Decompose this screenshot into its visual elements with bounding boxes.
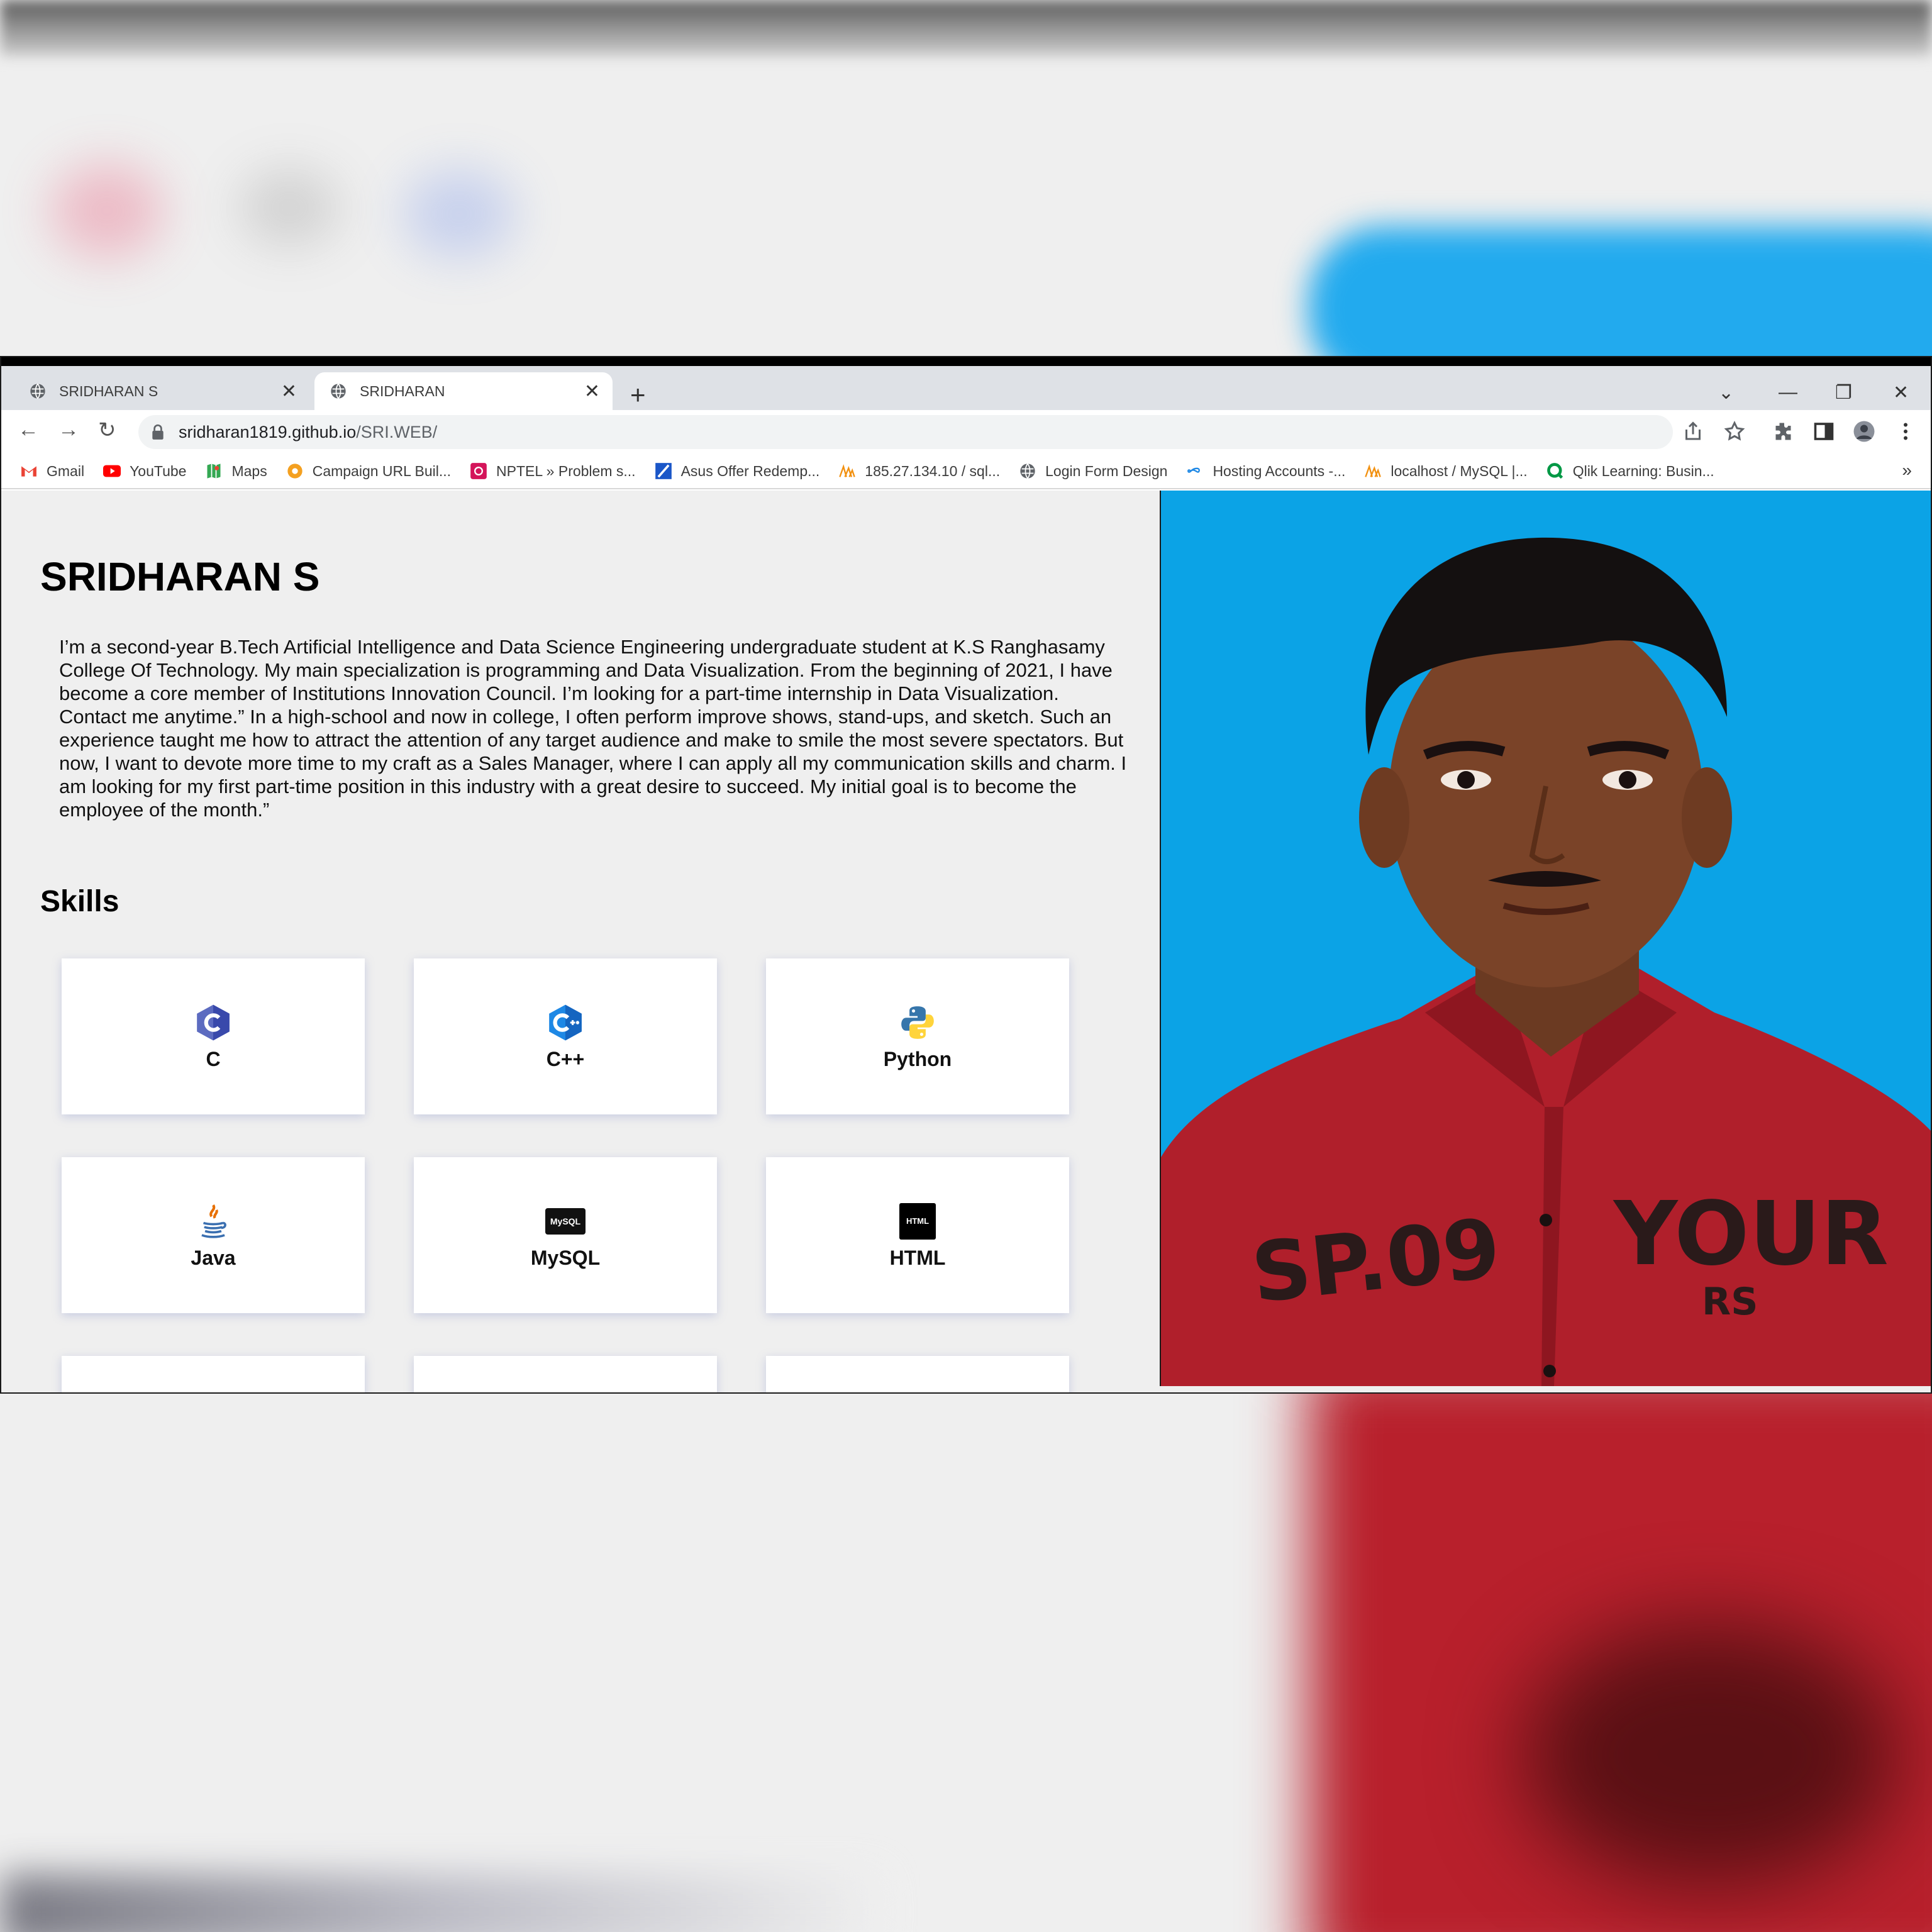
address-bar[interactable]: sridharan1819.github.io/SRI.WEB/ bbox=[138, 415, 1673, 449]
browser-toolbar: ← → ↻ sridharan1819.github.io/SRI.WEB/ bbox=[1, 410, 1931, 454]
star-icon[interactable] bbox=[1723, 420, 1746, 443]
bookmark-nptel[interactable]: NPTEL » Problem s... bbox=[470, 462, 636, 480]
skill-card-mysql: MySQL MySQL bbox=[414, 1157, 717, 1313]
skill-label: C++ bbox=[546, 1047, 585, 1070]
html-icon: HTML bbox=[897, 1201, 938, 1241]
page-content: SRIDHARAN S I’m a second-year B.Tech Art… bbox=[1, 491, 1160, 1392]
gmail-icon bbox=[20, 462, 38, 480]
back-button[interactable]: ← bbox=[18, 418, 39, 442]
minimize-button[interactable]: — bbox=[1779, 375, 1797, 410]
html-logo-text: HTML bbox=[906, 1216, 930, 1226]
skill-label: C bbox=[206, 1047, 221, 1070]
window-top-border bbox=[1, 357, 1931, 366]
skill-card-python: Python bbox=[766, 958, 1069, 1114]
reload-button[interactable]: ↻ bbox=[98, 418, 116, 443]
close-window-button[interactable]: ✕ bbox=[1893, 375, 1909, 410]
bookmarks-bar: Gmail YouTube Maps Campaign URL Buil... … bbox=[1, 454, 1931, 489]
bookmark-gmail[interactable]: Gmail bbox=[20, 462, 84, 480]
background-blob bbox=[50, 164, 164, 258]
bookmark-youtube[interactable]: YouTube bbox=[103, 462, 186, 480]
profile-photo: SP.09 YOUR RS bbox=[1160, 491, 1931, 1386]
campaign-icon bbox=[286, 462, 304, 480]
java-icon bbox=[193, 1201, 233, 1241]
share-icon[interactable] bbox=[1682, 420, 1704, 443]
mysql-icon: MySQL bbox=[545, 1201, 586, 1241]
restore-button[interactable]: ❐ bbox=[1835, 375, 1852, 410]
bookmark-hosting[interactable]: Hosting Accounts -... bbox=[1186, 462, 1345, 480]
maps-icon bbox=[205, 462, 223, 480]
tab-bar: SRIDHARAN S ✕ SRIDHARAN ✕ + ⌄ — ❐ ✕ bbox=[1, 366, 1931, 410]
infinity-icon bbox=[1186, 462, 1204, 480]
menu-icon[interactable] bbox=[1894, 420, 1917, 443]
browser-window: SRIDHARAN S ✕ SRIDHARAN ✕ + ⌄ — ❐ ✕ ← → … bbox=[0, 356, 1932, 1394]
cpp-icon bbox=[545, 1002, 586, 1043]
youtube-icon bbox=[103, 462, 121, 480]
shirt-print-text: RS bbox=[1702, 1280, 1758, 1324]
bookmark-phpmyadmin[interactable]: 185.27.134.10 / sql... bbox=[838, 462, 1000, 480]
close-tab-icon[interactable]: ✕ bbox=[584, 380, 600, 402]
background-dark-shape bbox=[1522, 1623, 1899, 1887]
skill-card-java: Java bbox=[62, 1157, 365, 1313]
tab-search-icon[interactable]: ⌄ bbox=[1718, 375, 1734, 410]
lock-icon bbox=[152, 424, 164, 440]
about-paragraph: I’m a second-year B.Tech Artificial Inte… bbox=[59, 636, 1127, 821]
skill-label: Java bbox=[191, 1246, 236, 1269]
skill-card-partial bbox=[414, 1356, 717, 1392]
skill-card-html: HTML HTML bbox=[766, 1157, 1069, 1313]
background-blob bbox=[402, 170, 516, 258]
close-tab-icon[interactable]: ✕ bbox=[281, 380, 297, 402]
skill-card-partial bbox=[62, 1356, 365, 1392]
extensions-icon[interactable] bbox=[1771, 420, 1794, 443]
globe-icon bbox=[331, 383, 346, 399]
bookmark-campaign[interactable]: Campaign URL Buil... bbox=[286, 462, 451, 480]
skills-heading: Skills bbox=[40, 885, 119, 918]
bookmark-asus[interactable]: Asus Offer Redemp... bbox=[655, 462, 819, 480]
avatar[interactable] bbox=[1853, 420, 1875, 443]
phpmyadmin-icon bbox=[1364, 462, 1382, 480]
globe-icon bbox=[1019, 462, 1036, 480]
python-icon bbox=[897, 1002, 938, 1043]
skill-label: MySQL bbox=[530, 1246, 601, 1269]
asus-icon bbox=[655, 462, 672, 480]
tab-sridharan-s[interactable]: SRIDHARAN S ✕ bbox=[14, 372, 309, 410]
bookmark-maps[interactable]: Maps bbox=[205, 462, 267, 480]
skill-label: Python bbox=[883, 1047, 952, 1070]
page-title: SRIDHARAN S bbox=[40, 554, 320, 599]
skill-card-cpp: C++ bbox=[414, 958, 717, 1114]
nptel-icon bbox=[470, 462, 487, 480]
background-bottom-shape bbox=[0, 1874, 880, 1932]
c-icon bbox=[193, 1002, 233, 1043]
person-illustration: SP.09 YOUR RS bbox=[1161, 491, 1931, 1386]
new-tab-button[interactable]: + bbox=[630, 376, 646, 414]
more-bookmarks-button[interactable]: » bbox=[1902, 460, 1912, 480]
skill-label: HTML bbox=[889, 1246, 946, 1269]
mysql-logo-text: MySQL bbox=[550, 1216, 581, 1226]
forward-button[interactable]: → bbox=[58, 418, 79, 442]
side-panel-icon[interactable] bbox=[1813, 420, 1835, 443]
webpage: SRIDHARAN S I’m a second-year B.Tech Art… bbox=[1, 491, 1931, 1392]
skill-card-c: C bbox=[62, 958, 365, 1114]
globe-icon bbox=[30, 383, 45, 399]
qlik-icon bbox=[1546, 462, 1564, 480]
url-path: /SRI.WEB/ bbox=[356, 422, 438, 441]
tab-sridharan[interactable]: SRIDHARAN ✕ bbox=[314, 372, 613, 410]
phpmyadmin-icon bbox=[838, 462, 856, 480]
bookmark-login-form[interactable]: Login Form Design bbox=[1019, 462, 1167, 480]
tab-title: SRIDHARAN S bbox=[59, 382, 158, 399]
background-top-bar bbox=[0, 0, 1932, 57]
url-host: sridharan1819.github.io bbox=[179, 422, 357, 441]
tab-title: SRIDHARAN bbox=[360, 382, 445, 399]
skill-card-partial bbox=[766, 1356, 1069, 1392]
bookmark-localhost[interactable]: localhost / MySQL |... bbox=[1364, 462, 1528, 480]
shirt-print-text: YOUR bbox=[1613, 1183, 1889, 1285]
background-blob bbox=[239, 170, 340, 245]
bookmark-qlik[interactable]: Qlik Learning: Busin... bbox=[1546, 462, 1714, 480]
